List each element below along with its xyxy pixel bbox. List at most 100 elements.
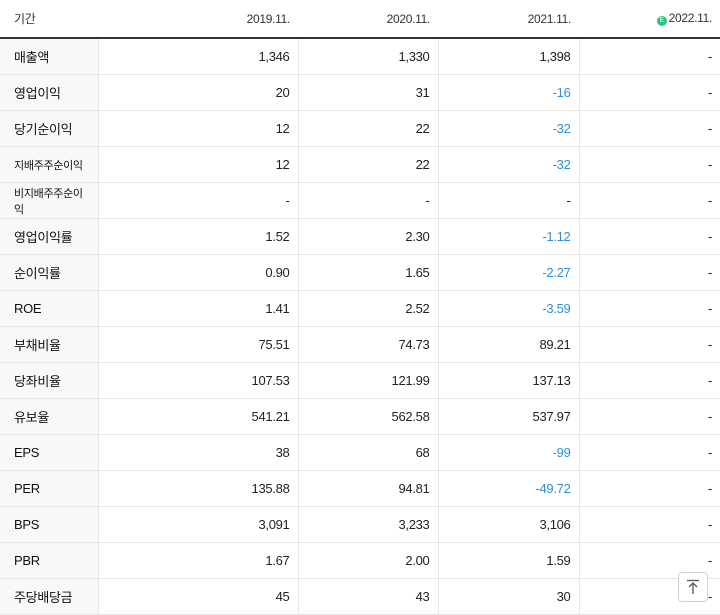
table-cell: 68 [297, 434, 438, 471]
table-row: 순이익률 0.90 1.65 -2.27- [0, 254, 720, 291]
table-cell: - [578, 254, 720, 291]
table-row: 당좌비율 107.53 121.99 137.13- [0, 362, 720, 399]
table-cell: - [578, 290, 720, 327]
table-cell: - [578, 38, 720, 75]
table-row: 유보율 541.21 562.58 537.97- [0, 398, 720, 435]
estimate-icon: E [656, 16, 667, 26]
table-cell: 562.58 [297, 398, 438, 435]
row-label: 부채비율 [0, 326, 98, 363]
table-cell: 1.65 [297, 254, 438, 291]
table-cell: 2.30 [297, 218, 438, 255]
arrow-up-icon [687, 579, 699, 594]
table-cell: 1.52 [97, 218, 298, 255]
table-cell: 3,106 [437, 506, 579, 543]
table-cell: 38 [97, 434, 298, 471]
table-cell: - [97, 182, 298, 219]
row-label: 유보율 [0, 398, 98, 435]
table-cell: - [578, 74, 720, 111]
table-row: 당기순이익 12 22 -32- [0, 110, 720, 147]
table-row: 지배주주순이익 12 22 -32- [0, 146, 720, 183]
table-cell: 22 [297, 110, 438, 147]
table-cell: 121.99 [297, 362, 438, 399]
table-cell: - [578, 218, 720, 255]
table-cell: -16 [437, 74, 579, 111]
table-cell: -3.59 [437, 290, 579, 327]
table-cell: 45 [97, 578, 298, 615]
row-label: BPS [0, 506, 98, 543]
row-label: 주당배당금 [0, 578, 98, 615]
period-header-2022: E 2022.11. [579, 0, 720, 39]
table-cell: - [578, 182, 720, 219]
table-cell: 20 [97, 74, 298, 111]
table-row: 매출액 1,346 1,330 1,398- [0, 38, 720, 75]
row-label: 당기순이익 [0, 110, 98, 147]
table-cell: 75.51 [97, 326, 298, 363]
table-cell: 12 [97, 146, 298, 183]
table-cell: - [578, 110, 720, 147]
table-row: PBR 1.67 2.00 1.59- [0, 542, 720, 579]
table-cell: 537.97 [437, 398, 579, 435]
table-cell: 2.00 [297, 542, 438, 579]
table-cell: 107.53 [97, 362, 298, 399]
table-row: PER 135.88 94.81 -49.72- [0, 470, 720, 507]
table-cell: 30 [437, 578, 579, 615]
table-cell: - [578, 470, 720, 507]
table-cell: 43 [297, 578, 438, 615]
table-cell: -99 [437, 434, 579, 471]
table-cell: 94.81 [297, 470, 438, 507]
table-row: 영업이익 20 31 -16- [0, 74, 720, 111]
row-label: 순이익률 [0, 254, 98, 291]
row-label: PER [0, 470, 98, 507]
table-cell: 74.73 [297, 326, 438, 363]
table-cell: - [437, 182, 579, 219]
period-label: 기간 [0, 0, 98, 39]
table-cell: 137.13 [437, 362, 579, 399]
table-cell: - [578, 146, 720, 183]
period-header-2021: 2021.11. [438, 0, 579, 39]
table-cell: 31 [297, 74, 438, 111]
table-cell: 1.41 [97, 290, 298, 327]
row-label: 매출액 [0, 38, 98, 75]
table-cell: - [578, 326, 720, 363]
table-row: 영업이익률 1.52 2.30 -1.12- [0, 218, 720, 255]
table-cell: - [578, 434, 720, 471]
table-cell: - [297, 182, 438, 219]
table-cell: -32 [437, 146, 579, 183]
table-cell: - [578, 506, 720, 543]
row-label: 지배주주순이익 [0, 146, 98, 183]
table-cell: 1,330 [297, 38, 438, 75]
table-cell: 12 [97, 110, 298, 147]
table-cell: 1.67 [97, 542, 298, 579]
table-cell: 2.52 [297, 290, 438, 327]
table-cell: 541.21 [97, 398, 298, 435]
period-header-2020: 2020.11. [298, 0, 438, 39]
row-label: ROE [0, 290, 98, 327]
period-header-2019: 2019.11. [98, 0, 298, 39]
table-cell: 1.59 [437, 542, 579, 579]
scroll-to-top-button[interactable] [678, 572, 708, 602]
row-label: 비지배주주순이익 [0, 182, 98, 219]
table-cell: -32 [437, 110, 579, 147]
table-row: 비지배주주순이익 - - - - [0, 182, 720, 219]
financial-summary-table: 기간 2019.11. 2020.11. 2021.11. E 2022.11. … [0, 0, 720, 615]
table-cell: - [578, 362, 720, 399]
row-label: 영업이익 [0, 74, 98, 111]
row-label: 당좌비율 [0, 362, 98, 399]
table-row: 주당배당금 45 43 30- [0, 578, 720, 615]
table-cell: 89.21 [437, 326, 579, 363]
row-label: EPS [0, 434, 98, 471]
row-label: 영업이익률 [0, 218, 98, 255]
table-row: EPS 38 68 -99- [0, 434, 720, 471]
table-cell: 3,233 [297, 506, 438, 543]
table-row: 부채비율 75.51 74.73 89.21- [0, 326, 720, 363]
table-cell: 22 [297, 146, 438, 183]
table-cell: -1.12 [437, 218, 579, 255]
table-cell: -2.27 [437, 254, 579, 291]
table-cell: 1,398 [437, 38, 579, 75]
period-header-2022-text: 2022.11. [668, 11, 713, 25]
row-label: PBR [0, 542, 98, 579]
header-row: 기간 2019.11. 2020.11. 2021.11. E 2022.11. [0, 0, 720, 39]
table-cell: 0.90 [97, 254, 298, 291]
table-cell: 135.88 [97, 470, 298, 507]
table-cell: -49.72 [437, 470, 579, 507]
